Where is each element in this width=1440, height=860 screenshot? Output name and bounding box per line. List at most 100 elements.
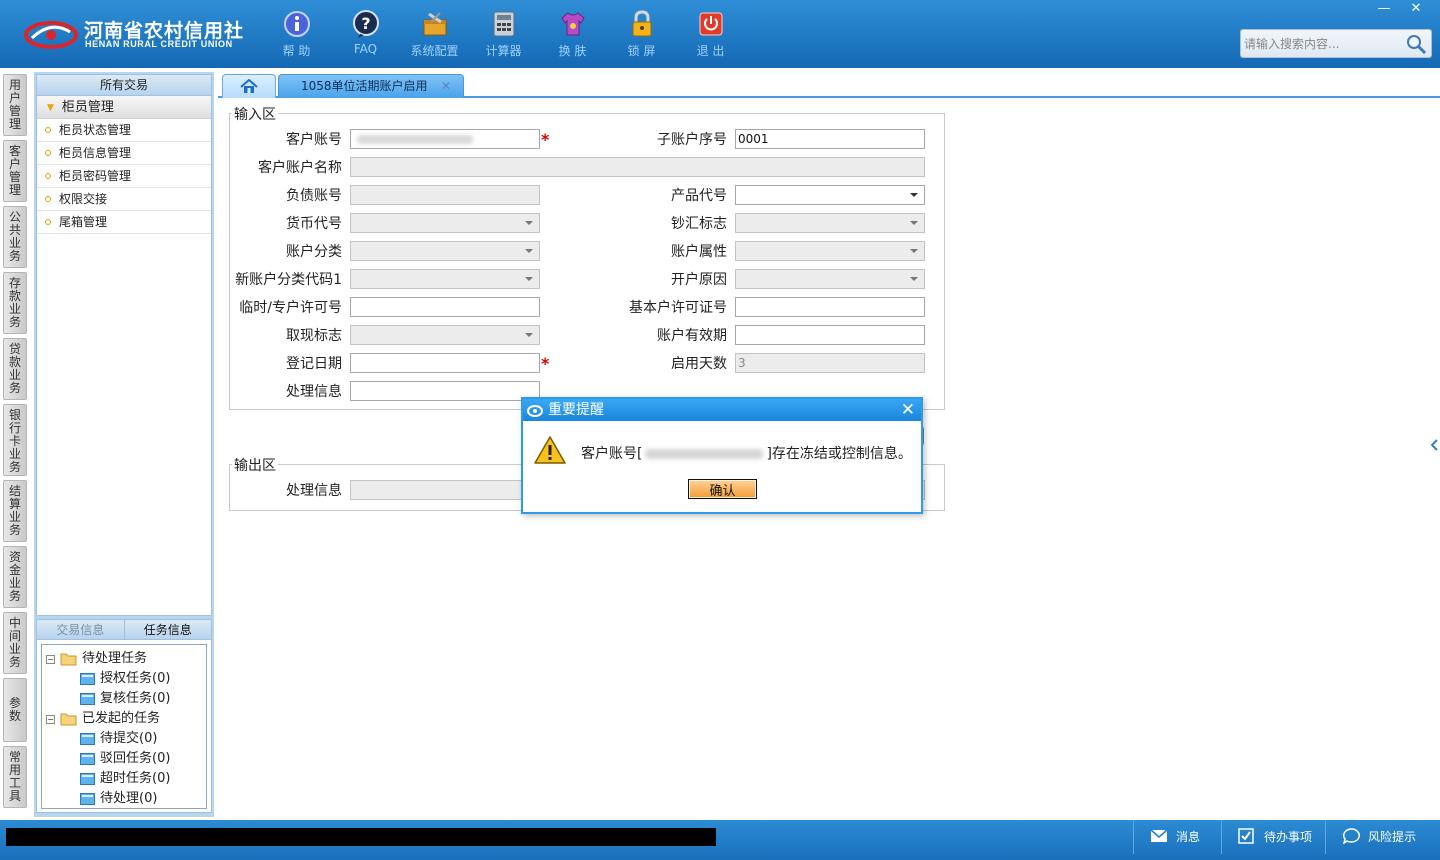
tree-node-authorization-tasks[interactable]: 授权任务(0)	[42, 669, 206, 689]
vtab-user-management[interactable]: 用户管理	[3, 74, 27, 136]
tree-node-to-process[interactable]: 待处理(0)	[42, 789, 206, 809]
sidebar-item-teller-status[interactable]: 柜员状态管理	[37, 119, 211, 142]
task-icon	[80, 773, 95, 785]
vtab-intermediary-business[interactable]: 中间业务	[3, 612, 27, 674]
dialog-close-icon[interactable]: ✕	[901, 399, 915, 421]
important-reminder-dialog: 重要提醒 ✕ 客户账号[]存在冻结或控制信息。 确认	[521, 397, 923, 514]
bullet-icon	[45, 127, 51, 133]
sidebar-item-permission-handover[interactable]: 权限交接	[37, 188, 211, 211]
sidebar-item-label: 尾箱管理	[59, 215, 108, 229]
tree-node-label: 复核任务(0)	[100, 691, 171, 706]
register-date-field[interactable]	[350, 353, 540, 373]
speech-bubble-icon	[1342, 828, 1360, 844]
confirm-button[interactable]: 确认	[688, 479, 757, 499]
system-config-button[interactable]: 系统配置	[400, 8, 469, 62]
tree-node-to-submit[interactable]: 待提交(0)	[42, 729, 206, 749]
minimize-button[interactable]: —	[1368, 0, 1400, 18]
window-controls: — ✕	[1368, 0, 1432, 18]
liability-account-field[interactable]	[350, 185, 540, 205]
collapse-panel-chevron-icon[interactable]	[1428, 422, 1440, 468]
calculator-button[interactable]: 计算器	[469, 8, 538, 62]
lock-screen-button[interactable]: 锁 屏	[607, 8, 676, 62]
tree-node-rejected-tasks[interactable]: 驳回任务(0)	[42, 749, 206, 769]
basic-license-field[interactable]	[735, 297, 925, 317]
vtab-public-business[interactable]: 公共业务	[3, 206, 27, 268]
new-class-code-label: 新账户分类代码1	[235, 272, 342, 288]
lock-icon	[632, 10, 651, 37]
withdraw-flag-select[interactable]	[350, 325, 540, 345]
customer-account-field[interactable]	[350, 129, 540, 149]
triangle-down-icon: ▼	[47, 103, 54, 113]
cash-remit-flag-select[interactable]	[735, 213, 925, 233]
open-reason-select[interactable]	[735, 269, 925, 289]
help-icon	[283, 11, 310, 37]
process-info-field[interactable]	[350, 381, 540, 401]
close-tab-icon[interactable]: ✕	[441, 75, 451, 97]
vtab-loan-business[interactable]: 贷款业务	[3, 338, 27, 400]
liability-account-label: 负债账号	[286, 188, 342, 204]
product-code-select[interactable]	[735, 185, 925, 205]
rural-credit-emblem-icon	[24, 21, 78, 49]
new-class-code-select[interactable]	[350, 269, 540, 289]
sidebar-item-teller-password[interactable]: 柜员密码管理	[37, 165, 211, 188]
tree-node-timeout-tasks[interactable]: 超时任务(0)	[42, 769, 206, 789]
search-input[interactable]	[1244, 34, 1399, 54]
exit-button[interactable]: 退 出	[676, 8, 745, 62]
tree-node-initiated-tasks[interactable]: − 已发起的任务	[42, 709, 206, 729]
collapse-icon[interactable]: −	[46, 715, 55, 724]
customer-account-name-field[interactable]	[350, 157, 925, 177]
all-transactions-header: 所有交易	[37, 75, 211, 96]
toolbox-icon	[423, 12, 446, 36]
required-mark: *	[541, 354, 550, 373]
vtab-bank-card-business[interactable]: 银行卡业务	[3, 404, 27, 476]
faq-label: FAQ	[353, 42, 378, 56]
basic-license-label: 基本户许可证号	[629, 300, 727, 316]
help-button[interactable]: 帮 助	[262, 8, 331, 62]
account-attr-select[interactable]	[735, 241, 925, 261]
register-date-label: 登记日期	[286, 356, 342, 372]
dialog-message-prefix: 客户账号[	[581, 446, 643, 462]
tab-home[interactable]	[222, 74, 276, 98]
checkbox-icon	[1238, 828, 1254, 844]
app-logo: 河南省农村信用社 HENAN RURAL CREDIT UNION	[24, 14, 243, 54]
account-class-select[interactable]	[350, 241, 540, 261]
system-config-label: 系统配置	[410, 44, 459, 58]
task-panel: 交易信息 任务信息 − 待处理任务 授权任务(0) 复核任务(0) − 已发起的…	[36, 619, 212, 813]
product-code-label: 产品代号	[671, 188, 727, 204]
collapse-icon[interactable]: −	[46, 655, 55, 664]
vtab-parameters[interactable]: 参数	[3, 678, 27, 742]
change-skin-button[interactable]: 换 肤	[538, 8, 607, 62]
enable-days-field[interactable]: 3	[735, 353, 925, 373]
todo-button[interactable]: 待办事项	[1221, 820, 1325, 854]
vtab-common-tools[interactable]: 常用工具	[3, 746, 27, 808]
mail-icon	[1150, 829, 1168, 842]
vtab-deposit-business[interactable]: 存款业务	[3, 272, 27, 334]
account-valid-field[interactable]	[735, 325, 925, 345]
temp-license-field[interactable]	[350, 297, 540, 317]
change-skin-label: 换 肤	[558, 44, 587, 58]
messages-button[interactable]: 消息	[1133, 820, 1221, 854]
app-header: 河南省农村信用社 HENAN RURAL CREDIT UNION 帮 助 ? …	[0, 0, 1440, 68]
sidebar-item-teller-info[interactable]: 柜员信息管理	[37, 142, 211, 165]
vtab-customer-management[interactable]: 客户管理	[3, 140, 27, 202]
close-window-button[interactable]: ✕	[1400, 0, 1432, 18]
tree-node-review-tasks[interactable]: 复核任务(0)	[42, 689, 206, 709]
vtab-fund-business[interactable]: 资金业务	[3, 546, 27, 608]
search-icon[interactable]	[1405, 33, 1427, 55]
faq-icon: ?	[352, 10, 379, 38]
tab-task-info[interactable]: 任务信息	[123, 620, 212, 639]
vtab-settlement-business[interactable]: 结算业务	[3, 480, 27, 542]
teller-management-group[interactable]: ▼ 柜员管理	[37, 96, 211, 119]
currency-code-select[interactable]	[350, 213, 540, 233]
sidebar-item-tail-box[interactable]: 尾箱管理	[37, 211, 211, 234]
folder-icon	[60, 713, 77, 726]
tab-1058-account-enable[interactable]: 1058单位活期账户启用 ✕	[278, 74, 464, 98]
risk-alert-button[interactable]: 风险提示	[1325, 820, 1435, 854]
tree-node-pending-tasks[interactable]: − 待处理任务	[42, 649, 206, 669]
sub-account-seq-field[interactable]: 0001	[735, 129, 925, 149]
sub-account-seq-label: 子账户序号	[657, 132, 727, 148]
faq-button[interactable]: ? FAQ	[331, 8, 400, 62]
tab-transaction-info[interactable]: 交易信息	[37, 620, 124, 639]
redacted-account	[645, 449, 764, 459]
shirt-icon	[560, 12, 585, 36]
